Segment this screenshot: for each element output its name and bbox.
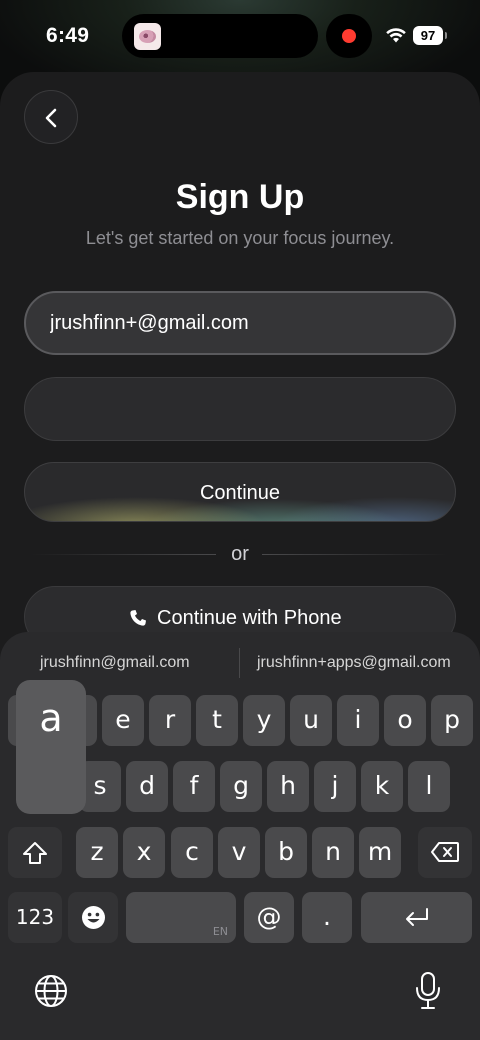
back-button[interactable]	[24, 90, 78, 144]
key-n[interactable]: n	[312, 827, 354, 878]
key-z[interactable]: z	[76, 827, 118, 878]
key-k[interactable]: k	[361, 761, 403, 812]
record-dot-icon	[342, 29, 356, 43]
key-c[interactable]: c	[171, 827, 213, 878]
key-p[interactable]: p	[431, 695, 473, 746]
dot-key[interactable]: .	[302, 892, 352, 943]
numbers-key[interactable]: 123	[8, 892, 62, 943]
divider-right	[262, 554, 448, 555]
key-f[interactable]: f	[173, 761, 215, 812]
status-time: 6:49	[46, 24, 90, 47]
key-b[interactable]: b	[265, 827, 307, 878]
space-key[interactable]: EN	[126, 892, 236, 943]
screen-recording-indicator	[326, 14, 372, 58]
key-press-popup-neck	[32, 760, 72, 814]
key-m[interactable]: m	[359, 827, 401, 878]
suggestion-separator	[239, 648, 240, 678]
key-g[interactable]: g	[220, 761, 262, 812]
key-press-popup-letter: a	[39, 696, 63, 740]
space-key-language: EN	[212, 925, 228, 938]
continue-button-label: Continue	[199, 482, 281, 504]
backspace-icon	[431, 842, 459, 862]
at-key[interactable]: @	[244, 892, 294, 943]
key-j[interactable]: j	[314, 761, 356, 812]
key-l[interactable]: l	[408, 761, 450, 812]
continue-button[interactable]: Continue	[24, 462, 456, 522]
key-y[interactable]: y	[243, 695, 285, 746]
key-e[interactable]: e	[102, 695, 144, 746]
app-thumbnail-icon	[134, 23, 161, 50]
email-field[interactable]	[24, 291, 456, 355]
key-i[interactable]: i	[337, 695, 379, 746]
phone-icon	[130, 610, 146, 626]
key-o[interactable]: o	[384, 695, 426, 746]
emoji-icon	[81, 906, 105, 929]
password-field[interactable]	[24, 377, 456, 441]
page-subtitle: Let's get started on your focus journey.	[85, 228, 395, 248]
suggestion-1[interactable]: jrushfinn@gmail.com	[40, 654, 190, 672]
suggestion-2[interactable]: jrushfinn+apps@gmail.com	[257, 654, 451, 672]
key-d[interactable]: d	[126, 761, 168, 812]
key-v[interactable]: v	[218, 827, 260, 878]
chevron-left-icon	[45, 108, 57, 128]
key-t[interactable]: t	[196, 695, 238, 746]
continue-with-phone-label: Continue with Phone	[157, 607, 342, 629]
backspace-key[interactable]	[418, 827, 472, 878]
shift-icon	[23, 842, 47, 864]
return-key[interactable]	[361, 892, 472, 943]
emoji-key[interactable]	[68, 892, 118, 943]
key-u[interactable]: u	[290, 695, 332, 746]
key-x[interactable]: x	[123, 827, 165, 878]
microphone-icon[interactable]	[414, 971, 442, 1011]
globe-icon[interactable]	[34, 974, 68, 1008]
shift-key[interactable]	[8, 827, 62, 878]
key-r[interactable]: r	[149, 695, 191, 746]
page-title: Sign Up	[175, 178, 305, 216]
wifi-icon	[386, 28, 406, 43]
return-icon	[405, 908, 428, 926]
dynamic-island	[122, 14, 318, 58]
battery-indicator: 97	[413, 26, 447, 45]
key-h[interactable]: h	[267, 761, 309, 812]
